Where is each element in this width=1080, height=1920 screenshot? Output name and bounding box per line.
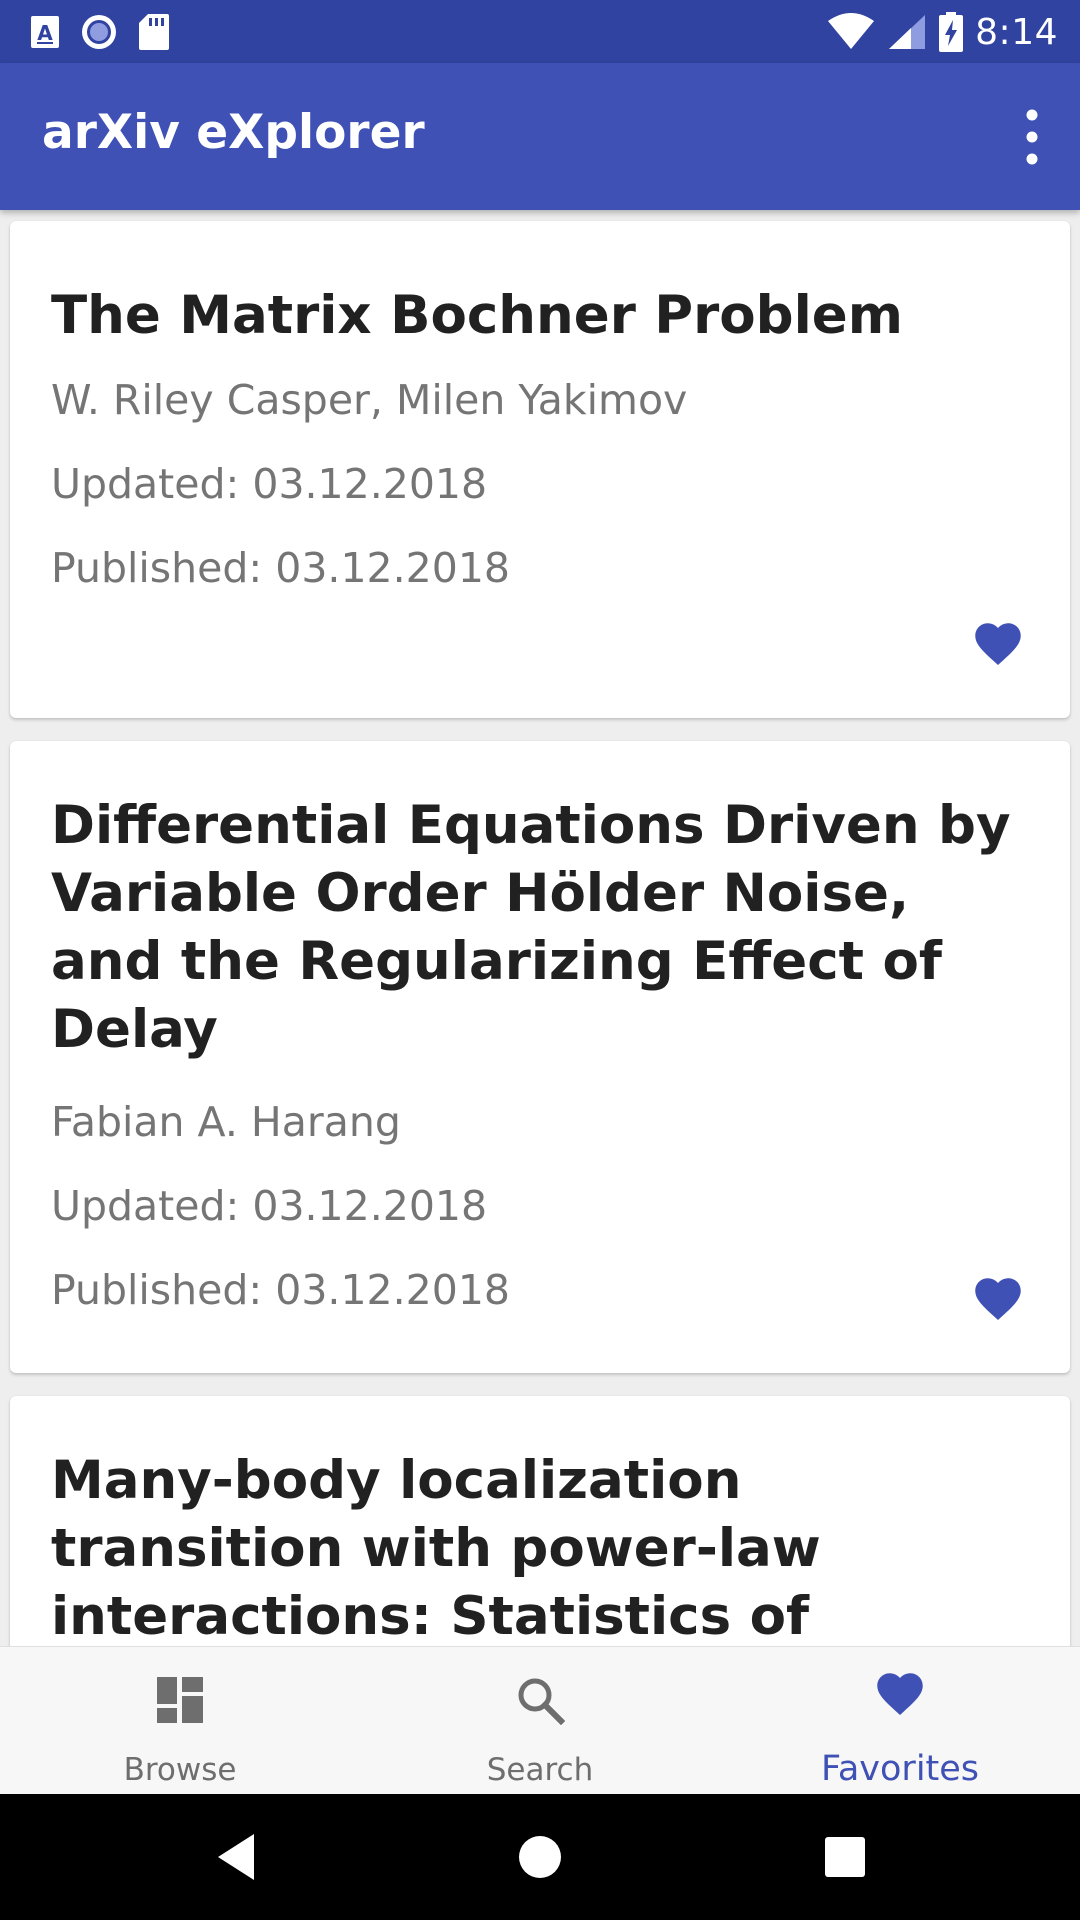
battery-charging-icon [939, 12, 964, 52]
paper-title: Differential Equations Driven by Variabl… [51, 795, 1011, 1060]
paper-published: Published: 03.12.2018 [51, 544, 510, 592]
search-icon [518, 1678, 565, 1725]
favorite-heart-icon[interactable] [970, 1276, 1026, 1326]
home-icon[interactable] [507, 1824, 573, 1890]
status-notification-icons: A [30, 10, 170, 54]
paper-updated: Updated: 03.12.2018 [51, 1182, 488, 1230]
status-time: 8:14 [975, 11, 1058, 53]
more-vert-icon [1026, 109, 1038, 165]
wifi-icon [828, 13, 875, 49]
system-navigation-bar [0, 1794, 1080, 1920]
recents-icon[interactable] [812, 1824, 878, 1890]
nav-search[interactable]: Search [360, 1647, 720, 1795]
favorite-heart-icon[interactable] [970, 621, 1026, 671]
circle-record-icon [82, 15, 116, 49]
heart-icon [877, 1673, 923, 1715]
paper-updated: Updated: 03.12.2018 [51, 460, 488, 508]
paper-authors: Fabian A. Harang [51, 1098, 401, 1146]
nav-browse-label: Browse [123, 1752, 237, 1788]
sd-card-icon [139, 14, 169, 50]
paper-published: Published: 03.12.2018 [51, 1266, 510, 1314]
font-a-icon: A [31, 16, 59, 48]
nav-favorites-label: Favorites [820, 1749, 980, 1789]
status-bar: A 8:14 [0, 0, 1080, 63]
nav-browse[interactable]: Browse [0, 1647, 360, 1795]
paper-card[interactable]: Many-body localization transition with p… [10, 1396, 1070, 1646]
overflow-menu-button[interactable] [1002, 101, 1062, 173]
paper-authors: W. Riley Casper, Milen Yakimov [51, 376, 688, 424]
cell-signal-icon [889, 15, 926, 49]
back-icon[interactable] [202, 1824, 268, 1890]
favorites-list[interactable]: The Matrix Bochner Problem W. Riley Casp… [0, 210, 1080, 1646]
dashboard-icon [157, 1677, 203, 1723]
app-bar: arXiv eXplorer [0, 63, 1080, 210]
svg-text:A: A [37, 21, 53, 45]
nav-favorites[interactable]: Favorites [720, 1647, 1080, 1795]
paper-title: The Matrix Bochner Problem [51, 285, 903, 346]
nav-search-label: Search [486, 1752, 594, 1788]
paper-card[interactable]: Differential Equations Driven by Variabl… [10, 741, 1070, 1373]
paper-title: Many-body localization transition with p… [51, 1450, 821, 1646]
bottom-navigation: Browse Search Favorites [0, 1646, 1080, 1794]
paper-card[interactable]: The Matrix Bochner Problem W. Riley Casp… [10, 221, 1070, 718]
status-system-icons: 8:14 [827, 10, 1058, 54]
app-title: arXiv eXplorer [42, 105, 425, 160]
